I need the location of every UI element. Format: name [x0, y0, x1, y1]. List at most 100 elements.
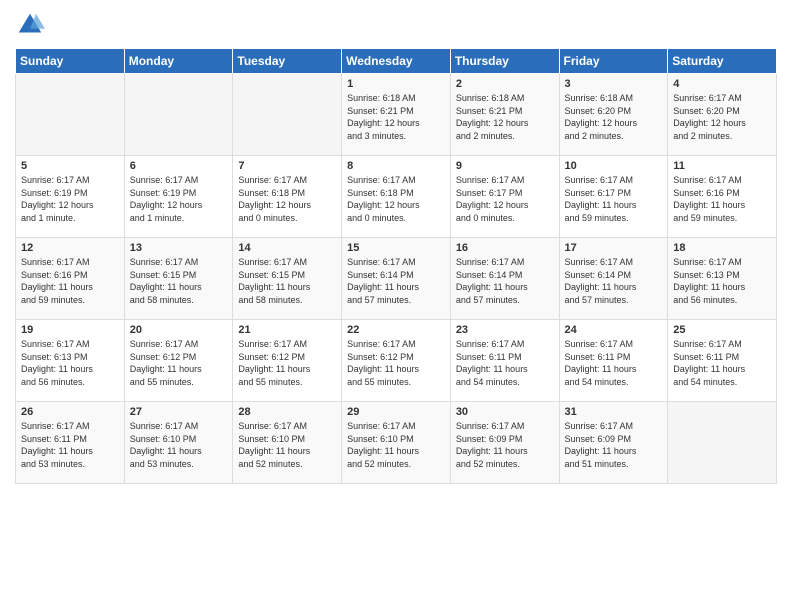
day-info: Sunrise: 6:17 AM Sunset: 6:09 PM Dayligh…	[456, 420, 555, 470]
calendar-cell	[124, 74, 233, 156]
calendar-week-row: 5Sunrise: 6:17 AM Sunset: 6:19 PM Daylig…	[16, 156, 777, 238]
day-info: Sunrise: 6:17 AM Sunset: 6:14 PM Dayligh…	[456, 256, 555, 306]
calendar-week-row: 26Sunrise: 6:17 AM Sunset: 6:11 PM Dayli…	[16, 402, 777, 484]
day-number: 20	[130, 324, 229, 336]
day-info: Sunrise: 6:17 AM Sunset: 6:16 PM Dayligh…	[673, 174, 772, 224]
day-number: 22	[347, 324, 446, 336]
day-info: Sunrise: 6:17 AM Sunset: 6:12 PM Dayligh…	[238, 338, 337, 388]
calendar-cell: 28 Sunrise: 6:17 AM Sunset: 6:10 PM Dayli…	[233, 402, 342, 484]
day-info: Sunrise: 6:17 AM Sunset: 6:10 PM Dayligh…	[130, 420, 229, 470]
calendar-cell: 30 Sunrise: 6:17 AM Sunset: 6:09 PM Dayli…	[450, 402, 559, 484]
calendar-cell: 16 Sunrise: 6:17 AM Sunset: 6:14 PM Dayli…	[450, 238, 559, 320]
calendar-cell: 31 Sunrise: 6:17 AM Sunset: 6:09 PM Dayli…	[559, 402, 668, 484]
day-info: Sunrise: 6:18 AM Sunset: 6:20 PM Dayligh…	[565, 92, 664, 142]
day-number: 28	[238, 406, 337, 418]
calendar-cell: 18 Sunrise: 6:17 AM Sunset: 6:13 PM Dayli…	[668, 238, 777, 320]
calendar-cell: 11 Sunrise: 6:17 AM Sunset: 6:16 PM Dayli…	[668, 156, 777, 238]
day-info: Sunrise: 6:17 AM Sunset: 6:09 PM Dayligh…	[565, 420, 664, 470]
day-info: Sunrise: 6:17 AM Sunset: 6:18 PM Dayligh…	[238, 174, 337, 224]
day-info: Sunrise: 6:17 AM Sunset: 6:16 PM Dayligh…	[21, 256, 120, 306]
day-info: Sunrise: 6:18 AM Sunset: 6:21 PM Dayligh…	[347, 92, 446, 142]
day-info: Sunrise: 6:17 AM Sunset: 6:11 PM Dayligh…	[673, 338, 772, 388]
calendar-cell: 15Sunrise: 6:17 AM Sunset: 6:14 PM Dayli…	[342, 238, 451, 320]
calendar-day-header: Wednesday	[342, 49, 451, 74]
calendar-cell: 9 Sunrise: 6:17 AM Sunset: 6:17 PM Daylig…	[450, 156, 559, 238]
day-info: Sunrise: 6:17 AM Sunset: 6:12 PM Dayligh…	[347, 338, 446, 388]
page-header	[15, 10, 777, 40]
day-number: 25	[673, 324, 772, 336]
day-number: 7	[238, 160, 337, 172]
calendar-cell: 22 Sunrise: 6:17 AM Sunset: 6:12 PM Dayli…	[342, 320, 451, 402]
day-number: 16	[456, 242, 555, 254]
day-info: Sunrise: 6:17 AM Sunset: 6:15 PM Dayligh…	[130, 256, 229, 306]
day-number: 14	[238, 242, 337, 254]
calendar-cell: 12 Sunrise: 6:17 AM Sunset: 6:16 PM Dayli…	[16, 238, 125, 320]
calendar-day-header: Monday	[124, 49, 233, 74]
calendar-day-header: Saturday	[668, 49, 777, 74]
day-number: 13	[130, 242, 229, 254]
calendar-cell: 13 Sunrise: 6:17 AM Sunset: 6:15 PM Dayli…	[124, 238, 233, 320]
day-number: 4	[673, 78, 772, 90]
day-info: Sunrise: 6:17 AM Sunset: 6:12 PM Dayligh…	[130, 338, 229, 388]
calendar-header-row: SundayMondayTuesdayWednesdayThursdayFrid…	[16, 49, 777, 74]
day-info: Sunrise: 6:17 AM Sunset: 6:10 PM Dayligh…	[238, 420, 337, 470]
calendar-day-header: Friday	[559, 49, 668, 74]
day-number: 3	[565, 78, 664, 90]
calendar-cell: 1 Sunrise: 6:18 AM Sunset: 6:21 PM Daylig…	[342, 74, 451, 156]
calendar-cell: 26Sunrise: 6:17 AM Sunset: 6:11 PM Dayli…	[16, 402, 125, 484]
calendar-cell: 5Sunrise: 6:17 AM Sunset: 6:19 PM Daylig…	[16, 156, 125, 238]
day-number: 10	[565, 160, 664, 172]
day-info: Sunrise: 6:17 AM Sunset: 6:18 PM Dayligh…	[347, 174, 446, 224]
day-info: Sunrise: 6:17 AM Sunset: 6:17 PM Dayligh…	[565, 174, 664, 224]
day-info: Sunrise: 6:17 AM Sunset: 6:20 PM Dayligh…	[673, 92, 772, 142]
calendar-cell: 17 Sunrise: 6:17 AM Sunset: 6:14 PM Dayli…	[559, 238, 668, 320]
calendar-cell: 24Sunrise: 6:17 AM Sunset: 6:11 PM Dayli…	[559, 320, 668, 402]
day-number: 30	[456, 406, 555, 418]
day-number: 8	[347, 160, 446, 172]
day-number: 12	[21, 242, 120, 254]
calendar-day-header: Sunday	[16, 49, 125, 74]
day-number: 17	[565, 242, 664, 254]
calendar-table: SundayMondayTuesdayWednesdayThursdayFrid…	[15, 48, 777, 484]
page-container: SundayMondayTuesdayWednesdayThursdayFrid…	[0, 0, 792, 612]
calendar-cell	[233, 74, 342, 156]
day-info: Sunrise: 6:17 AM Sunset: 6:14 PM Dayligh…	[347, 256, 446, 306]
calendar-cell: 25 Sunrise: 6:17 AM Sunset: 6:11 PM Dayli…	[668, 320, 777, 402]
day-number: 29	[347, 406, 446, 418]
day-info: Sunrise: 6:17 AM Sunset: 6:19 PM Dayligh…	[21, 174, 120, 224]
day-number: 11	[673, 160, 772, 172]
day-number: 18	[673, 242, 772, 254]
calendar-cell: 4 Sunrise: 6:17 AM Sunset: 6:20 PM Daylig…	[668, 74, 777, 156]
calendar-week-row: 19Sunrise: 6:17 AM Sunset: 6:13 PM Dayli…	[16, 320, 777, 402]
calendar-cell: 14Sunrise: 6:17 AM Sunset: 6:15 PM Dayli…	[233, 238, 342, 320]
calendar-cell: 10 Sunrise: 6:17 AM Sunset: 6:17 PM Dayli…	[559, 156, 668, 238]
calendar-week-row: 12 Sunrise: 6:17 AM Sunset: 6:16 PM Dayli…	[16, 238, 777, 320]
day-info: Sunrise: 6:17 AM Sunset: 6:10 PM Dayligh…	[347, 420, 446, 470]
day-info: Sunrise: 6:17 AM Sunset: 6:14 PM Dayligh…	[565, 256, 664, 306]
day-info: Sunrise: 6:17 AM Sunset: 6:17 PM Dayligh…	[456, 174, 555, 224]
day-number: 1	[347, 78, 446, 90]
calendar-cell: 21Sunrise: 6:17 AM Sunset: 6:12 PM Dayli…	[233, 320, 342, 402]
calendar-cell: 7 Sunrise: 6:17 AM Sunset: 6:18 PM Daylig…	[233, 156, 342, 238]
calendar-cell: 19Sunrise: 6:17 AM Sunset: 6:13 PM Dayli…	[16, 320, 125, 402]
day-info: Sunrise: 6:17 AM Sunset: 6:13 PM Dayligh…	[673, 256, 772, 306]
calendar-cell: 23Sunrise: 6:17 AM Sunset: 6:11 PM Dayli…	[450, 320, 559, 402]
day-info: Sunrise: 6:18 AM Sunset: 6:21 PM Dayligh…	[456, 92, 555, 142]
day-number: 9	[456, 160, 555, 172]
calendar-day-header: Thursday	[450, 49, 559, 74]
day-number: 23	[456, 324, 555, 336]
day-info: Sunrise: 6:17 AM Sunset: 6:11 PM Dayligh…	[21, 420, 120, 470]
calendar-cell: 8 Sunrise: 6:17 AM Sunset: 6:18 PM Daylig…	[342, 156, 451, 238]
day-number: 31	[565, 406, 664, 418]
logo	[15, 10, 49, 40]
calendar-cell: 6Sunrise: 6:17 AM Sunset: 6:19 PM Daylig…	[124, 156, 233, 238]
day-number: 27	[130, 406, 229, 418]
calendar-cell: 2Sunrise: 6:18 AM Sunset: 6:21 PM Daylig…	[450, 74, 559, 156]
logo-icon	[15, 10, 45, 40]
calendar-cell: 3 Sunrise: 6:18 AM Sunset: 6:20 PM Daylig…	[559, 74, 668, 156]
calendar-cell: 29 Sunrise: 6:17 AM Sunset: 6:10 PM Dayli…	[342, 402, 451, 484]
calendar-cell: 20 Sunrise: 6:17 AM Sunset: 6:12 PM Dayli…	[124, 320, 233, 402]
day-number: 24	[565, 324, 664, 336]
day-info: Sunrise: 6:17 AM Sunset: 6:13 PM Dayligh…	[21, 338, 120, 388]
day-number: 6	[130, 160, 229, 172]
